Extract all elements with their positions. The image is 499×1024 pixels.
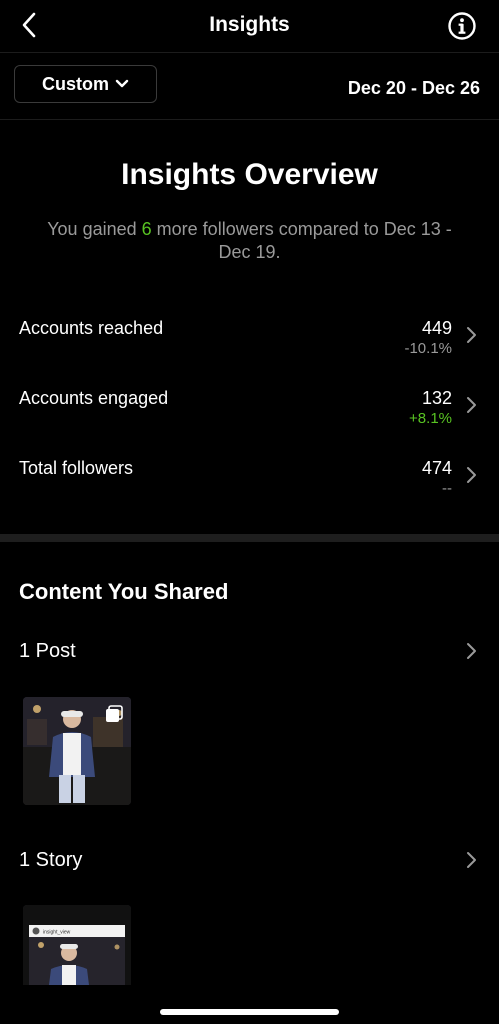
posts-label: 1 Post <box>19 640 76 662</box>
overview-title: Insights Overview <box>121 158 378 191</box>
info-icon <box>448 12 476 40</box>
content-section-title: Content You Shared <box>19 579 229 604</box>
chevron-right-icon <box>467 852 476 868</box>
header-bar: Insights <box>0 0 499 53</box>
metric-label: Accounts reached <box>19 318 164 338</box>
chevron-right-icon <box>467 643 476 659</box>
chevron-right-icon <box>467 397 476 413</box>
filter-row: Custom Dec 20 - Dec 26 <box>0 53 499 120</box>
date-range: Dec 20 - Dec 26 <box>347 78 480 98</box>
section-divider <box>0 534 499 542</box>
page-title: Insights <box>209 13 290 36</box>
metric-change: -10.1% <box>404 340 452 357</box>
gained-count: 6 <box>141 219 152 239</box>
custom-range-label: Custom <box>42 73 109 94</box>
metric-label: Accounts engaged <box>19 388 169 408</box>
home-indicator[interactable] <box>160 1009 339 1015</box>
overview-subtitle: You gained 6 more followers compared to … <box>36 218 463 264</box>
stories-label: 1 Story <box>19 849 83 871</box>
metric-row-total-followers[interactable]: Total followers 474 -- <box>0 452 499 502</box>
metric-row-accounts-reached[interactable]: Accounts reached 449 -10.1% <box>0 312 499 362</box>
custom-range-dropdown[interactable]: Custom <box>14 65 157 103</box>
metric-value: 449 <box>421 318 452 338</box>
posts-row[interactable]: 1 Post <box>0 636 499 670</box>
chevron-right-icon <box>467 327 476 343</box>
metric-change: +8.1% <box>409 410 452 427</box>
post-thumbnail[interactable] <box>23 697 131 805</box>
metric-row-accounts-engaged[interactable]: Accounts engaged 132 +8.1% <box>0 382 499 432</box>
subtitle-prefix: You gained <box>47 219 137 239</box>
story-photo: insight_view <box>23 905 131 985</box>
metric-label: Total followers <box>19 458 134 478</box>
carousel-icon <box>106 705 123 722</box>
metric-value: 474 <box>421 458 452 478</box>
chevron-right-icon <box>467 467 476 483</box>
stories-row[interactable]: 1 Story <box>0 845 499 879</box>
story-thumbnail[interactable]: insight_view <box>23 905 131 985</box>
insights-screen: Insights Custom Dec 20 - Dec 26 Insights… <box>0 0 499 1024</box>
story-header-text: insight_view <box>43 930 71 936</box>
subtitle-suffix: more followers compared to Dec 13 - Dec … <box>156 219 452 262</box>
info-button[interactable] <box>447 11 477 41</box>
chevron-down-icon <box>115 79 129 88</box>
metric-change: -- <box>442 480 452 497</box>
metric-value: 132 <box>421 388 452 408</box>
